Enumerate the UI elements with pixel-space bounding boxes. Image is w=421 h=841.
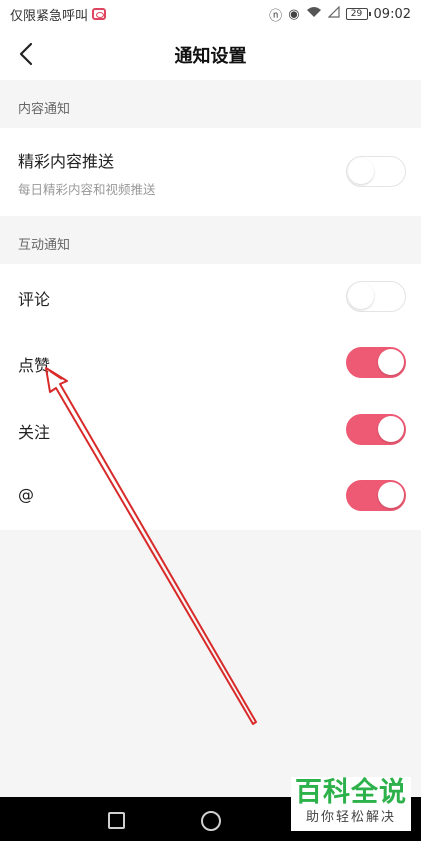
toggle-knob: [378, 349, 404, 375]
watermark-sub: 助你轻松解决: [305, 810, 396, 825]
follow-toggle[interactable]: [346, 414, 406, 445]
mention-toggle[interactable]: [346, 480, 406, 511]
watermark-logo: 百科全说 助你轻松解决: [291, 777, 411, 831]
app-header: 通知设置: [0, 28, 421, 80]
content-panel: 精彩内容推送 每日精彩内容和视频推送: [0, 128, 421, 216]
featured-push-toggle[interactable]: [346, 156, 406, 187]
like-toggle[interactable]: [346, 347, 406, 378]
setting-row-mention[interactable]: @: [0, 463, 421, 530]
carrier-text: 仅限紧急呼叫: [10, 8, 89, 24]
signal-icon: [327, 5, 340, 22]
interaction-panel: 评论 点赞 关注 @: [0, 264, 421, 530]
setting-title: 关注: [18, 423, 51, 442]
battery-icon: 29: [345, 8, 371, 20]
toggle-knob: [378, 416, 404, 442]
setting-title: @: [18, 485, 34, 504]
toggle-knob: [348, 158, 374, 184]
setting-title: 精彩内容推送: [18, 152, 115, 171]
wifi-icon: [306, 6, 322, 22]
setting-title: 点赞: [18, 356, 51, 375]
watermark-main: 百科全说: [295, 777, 407, 808]
recent-apps-icon[interactable]: [108, 812, 125, 829]
status-bar: 仅限紧急呼叫 ⓝ ◉ 29 09:02: [0, 0, 421, 28]
section-label-interaction: 互动通知: [18, 237, 71, 253]
status-left: 仅限紧急呼叫: [10, 5, 107, 24]
comment-toggle[interactable]: [346, 281, 406, 312]
status-right: ⓝ ◉ 29 09:02: [269, 5, 411, 24]
nfc-icon: ⓝ: [269, 8, 283, 24]
setting-title: 评论: [18, 290, 51, 309]
setting-row-follow[interactable]: 关注: [0, 397, 421, 463]
toggle-knob: [348, 283, 374, 309]
setting-row-like[interactable]: 点赞: [0, 330, 421, 397]
setting-row-comment[interactable]: 评论: [0, 264, 421, 330]
eye-comfort-icon: ◉: [288, 6, 300, 22]
message-notification-icon: [92, 8, 107, 20]
toggle-knob: [378, 482, 404, 508]
clock: 09:02: [373, 6, 411, 22]
home-icon[interactable]: [201, 811, 221, 831]
setting-row-featured-push[interactable]: 精彩内容推送 每日精彩内容和视频推送: [0, 128, 421, 216]
setting-subtitle: 每日精彩内容和视频推送: [18, 182, 156, 197]
page-title: 通知设置: [174, 46, 247, 67]
section-label-content: 内容通知: [18, 101, 71, 117]
